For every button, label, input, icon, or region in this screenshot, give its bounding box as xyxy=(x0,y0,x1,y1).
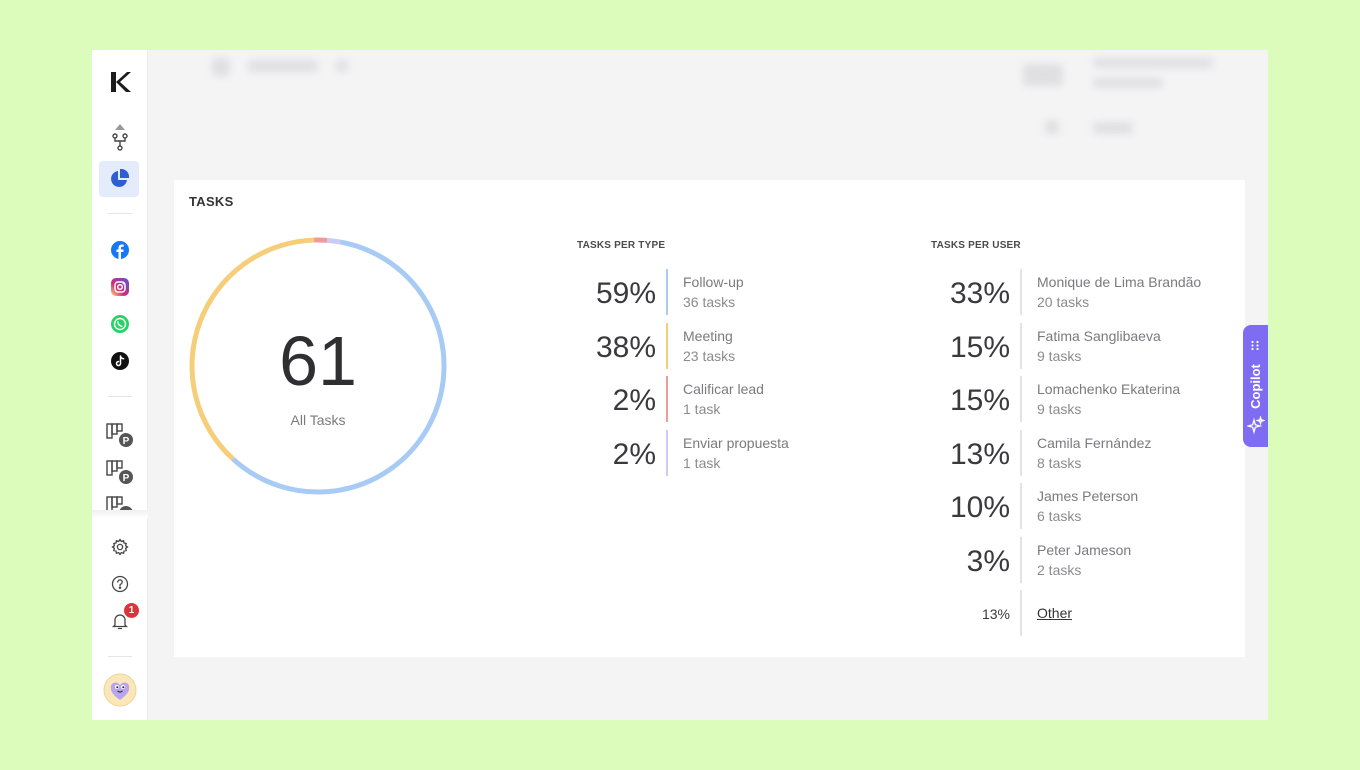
tasks-per-type-heading: TASKS PER TYPE xyxy=(577,240,666,251)
user-row: 33% Monique de Lima Brandão 20 tasks xyxy=(928,269,1228,315)
user-row: 13% Camila Fernández 8 tasks xyxy=(928,429,1228,476)
notification-badge: 1 xyxy=(124,603,139,618)
instagram-icon[interactable] xyxy=(92,269,148,305)
type-color-bar xyxy=(666,269,668,315)
drag-handle-icon[interactable] xyxy=(1250,337,1260,355)
user-divider xyxy=(1020,590,1022,636)
type-name: Meeting xyxy=(683,327,733,344)
type-name: Calificar lead xyxy=(683,381,764,397)
svg-text:P: P xyxy=(123,473,130,484)
user-percent: 15% xyxy=(949,330,1010,364)
user-name: Monique de Lima Brandão xyxy=(1037,274,1202,290)
card-title: TASKS xyxy=(189,194,234,209)
user-count: 6 tasks xyxy=(1037,508,1082,524)
type-name: Follow-up xyxy=(683,274,744,290)
user-count: 9 tasks xyxy=(1037,347,1082,364)
user-percent: 15% xyxy=(949,384,1010,417)
tasks-card: TASKS 61 All Tasks TASKS PER TYPE TASKS … xyxy=(174,180,1245,657)
type-row: 2% Calificar lead 1 task xyxy=(574,376,774,422)
user-divider xyxy=(1020,483,1022,529)
pie-chart-icon xyxy=(109,169,129,189)
user-divider xyxy=(1020,429,1022,476)
total-tasks-label: All Tasks xyxy=(290,412,346,428)
type-color-bar xyxy=(666,376,668,422)
user-count: 8 tasks xyxy=(1037,454,1082,471)
user-percent: 3% xyxy=(966,544,1010,578)
type-row: 59% Follow-up 36 tasks xyxy=(574,269,774,315)
user-count: 2 tasks xyxy=(1037,561,1082,578)
user-name: Lomachenko Ekaterina xyxy=(1037,381,1181,397)
app-window: P P 1 TASKS 61 All Tasks TASKS PER TYPE … xyxy=(92,50,1268,720)
user-name: James Peterson xyxy=(1037,488,1139,504)
user-divider xyxy=(1020,269,1022,315)
type-row: 2% Enviar propuesta 1 task xyxy=(574,429,789,476)
tasks-per-user-heading: TASKS PER USER xyxy=(931,240,1021,251)
help-icon[interactable] xyxy=(92,566,148,602)
sidebar-item-reports[interactable] xyxy=(99,161,139,197)
type-color-bar xyxy=(666,429,668,476)
gear-icon[interactable] xyxy=(92,529,148,565)
type-percent: 2% xyxy=(612,437,656,471)
other-percent: 13% xyxy=(981,606,1010,622)
whatsapp-icon[interactable] xyxy=(92,306,148,342)
type-percent: 2% xyxy=(612,384,656,417)
sparkle-icon xyxy=(1245,415,1266,439)
user-count: 9 tasks xyxy=(1037,401,1082,417)
user-count: 20 tasks xyxy=(1037,294,1090,310)
type-color-bar xyxy=(666,322,668,369)
avatar[interactable] xyxy=(92,672,148,708)
type-count: 1 task xyxy=(683,454,721,471)
user-name: Fatima Sanglibaeva xyxy=(1037,327,1161,344)
tiktok-icon[interactable] xyxy=(92,343,148,379)
logo-icon[interactable] xyxy=(92,64,148,100)
user-row: 15% Lomachenko Ekaterina 9 tasks xyxy=(928,376,1228,422)
type-row: 38% Meeting 23 tasks xyxy=(574,322,774,369)
other-link[interactable]: Other xyxy=(1037,605,1072,621)
other-row: 13% Other xyxy=(928,590,1228,636)
type-percent: 59% xyxy=(595,277,656,310)
bell-button[interactable]: 1 xyxy=(92,603,148,639)
user-row: 10% James Peterson 6 tasks xyxy=(928,483,1228,529)
copilot-tab[interactable]: Copilot xyxy=(1243,325,1268,447)
user-row: 3% Peter Jameson 2 tasks xyxy=(928,536,1228,583)
user-divider xyxy=(1020,376,1022,422)
total-tasks: 61 xyxy=(279,322,357,400)
type-count: 1 task xyxy=(683,401,721,417)
tasks-donut-chart: 61 All Tasks xyxy=(187,235,449,497)
user-percent: 33% xyxy=(949,277,1010,310)
pipeline-icon[interactable]: P xyxy=(92,454,148,490)
copilot-label: Copilot xyxy=(1248,363,1264,409)
workflow-icon[interactable] xyxy=(92,124,148,160)
donut-segment[interactable] xyxy=(326,237,341,245)
type-name: Enviar propuesta xyxy=(683,434,789,451)
user-percent: 13% xyxy=(949,437,1010,471)
user-divider xyxy=(1020,536,1022,583)
blurred-header xyxy=(148,50,1268,175)
user-divider xyxy=(1020,322,1022,369)
svg-text:P: P xyxy=(123,436,130,447)
type-count: 23 tasks xyxy=(683,347,736,364)
sidebar: P P 1 xyxy=(92,50,148,720)
type-count: 36 tasks xyxy=(683,294,736,310)
type-percent: 38% xyxy=(595,330,656,364)
user-name: Camila Fernández xyxy=(1037,434,1152,451)
user-percent: 10% xyxy=(949,491,1010,524)
facebook-icon[interactable] xyxy=(92,232,148,268)
pipeline-icon[interactable]: P xyxy=(92,417,148,453)
user-name: Peter Jameson xyxy=(1037,541,1132,558)
user-row: 15% Fatima Sanglibaeva 9 tasks xyxy=(928,322,1228,369)
